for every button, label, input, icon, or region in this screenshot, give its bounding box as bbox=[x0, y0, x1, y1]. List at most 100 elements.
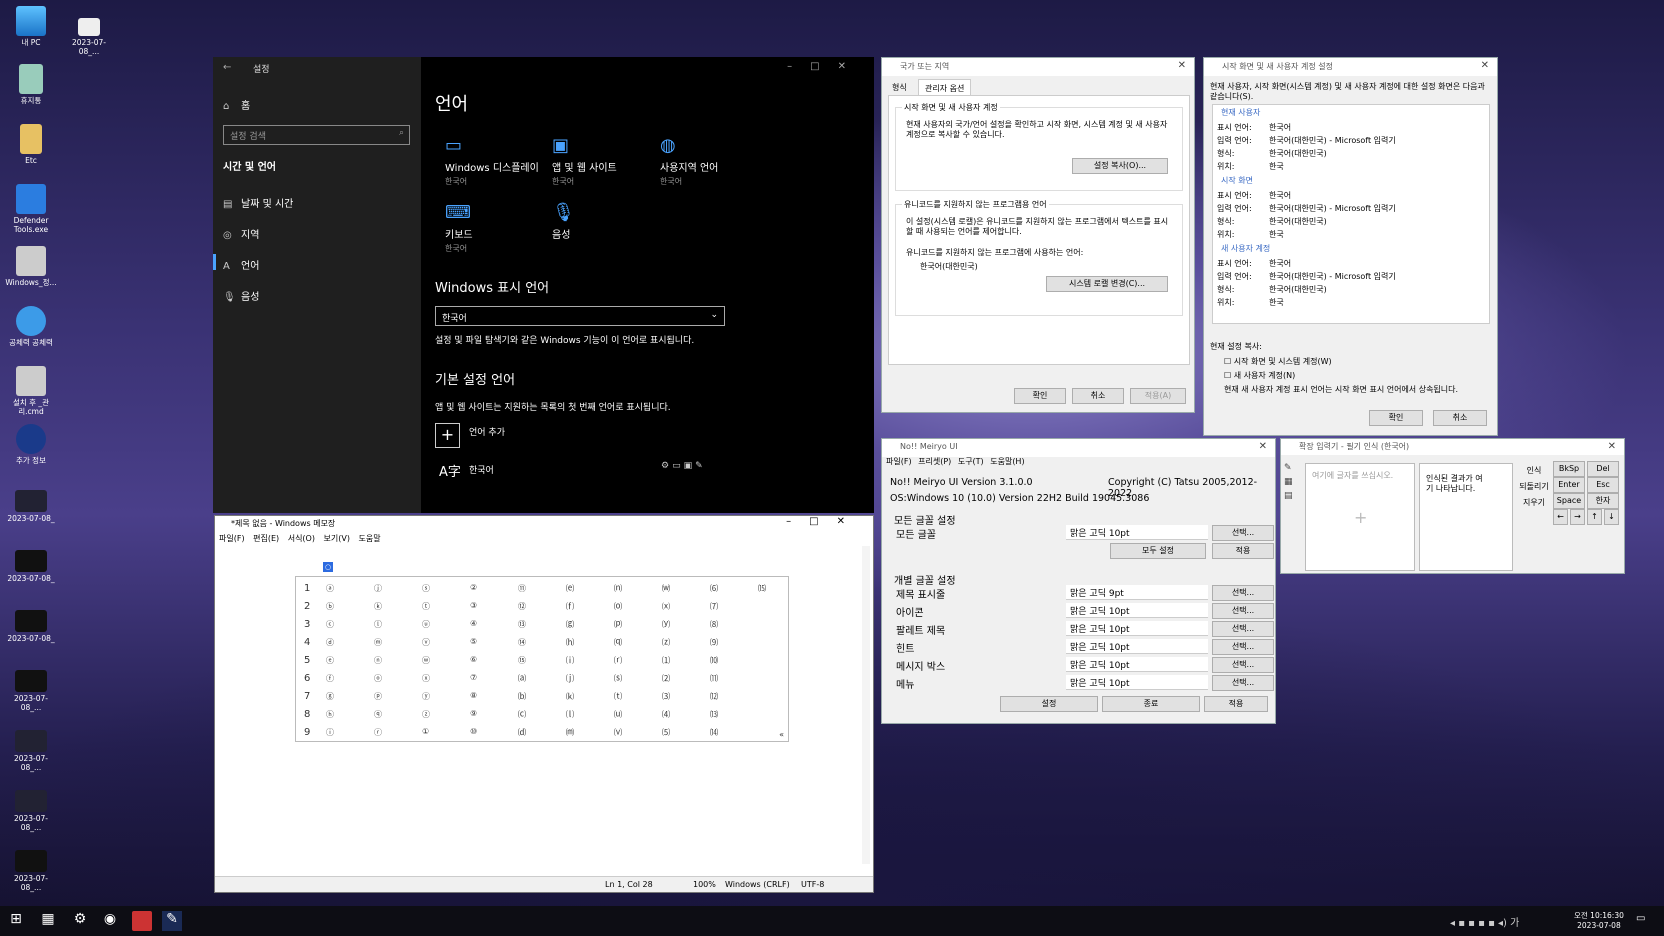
close-icon[interactable]: ✕ bbox=[1178, 60, 1186, 71]
start-button[interactable]: ⊞ bbox=[6, 911, 26, 931]
desktop-icon-cmd[interactable]: 설치 후 _관리.cmd bbox=[4, 366, 58, 416]
grid-cell: ⒪ bbox=[614, 602, 622, 611]
language-item-korean[interactable]: 한국어 bbox=[469, 463, 494, 476]
sidebar-item-date-time[interactable]: ▤ 날짜 및 시간 bbox=[223, 195, 293, 210]
tool-icons[interactable]: ✎ ▦ ▤ bbox=[1284, 461, 1294, 503]
vertical-scrollbar[interactable] bbox=[862, 546, 870, 864]
file-icon bbox=[78, 18, 100, 36]
checkbox-new-user[interactable]: ☐ 새 사용자 계정(N) bbox=[1224, 370, 1295, 381]
close-icon[interactable]: ✕ bbox=[1608, 441, 1616, 452]
tab-format[interactable]: 형식 bbox=[892, 82, 907, 93]
desktop-icon-shot-3[interactable]: 2023-07-08_ bbox=[4, 610, 58, 644]
all-font-select-button[interactable]: 선택... bbox=[1212, 525, 1274, 541]
line-number: 6 bbox=[304, 673, 311, 684]
select-button[interactable]: 선택... bbox=[1212, 657, 1274, 673]
notification-icon[interactable]: ▭ bbox=[1636, 913, 1645, 924]
search-input[interactable]: 설정 검색 ⌕ bbox=[223, 125, 410, 145]
tile-apps-websites[interactable]: ▣ 앱 및 웹 사이트 한국어 bbox=[552, 135, 617, 187]
apply-button[interactable]: 적용(A) bbox=[1130, 388, 1186, 404]
desktop-icon-shot-5[interactable]: 2023-07-08_... bbox=[4, 730, 58, 772]
all-apply-button[interactable]: 적용 bbox=[1212, 543, 1274, 559]
file-explorer-icon[interactable]: ▦ bbox=[38, 911, 58, 931]
grid-cell: ⒂ bbox=[758, 584, 766, 593]
cancel-button[interactable]: 취소 bbox=[1072, 388, 1124, 404]
gear-icon[interactable]: ⚙ bbox=[70, 911, 90, 931]
notepad-statusbar: Ln 1, Col 28 100% Windows (CRLF) UTF-8 bbox=[215, 876, 873, 892]
desktop-icon-recycle-bin[interactable]: 휴지통 bbox=[4, 64, 58, 106]
region-dialog-titlebar: 국가 또는 지역 ✕ bbox=[882, 58, 1194, 76]
select-button[interactable]: 선택... bbox=[1212, 585, 1274, 601]
add-language-label[interactable]: 언어 추가 bbox=[469, 425, 505, 438]
grid-cell: ⓘ bbox=[326, 728, 334, 737]
close-icon[interactable]: ✕ bbox=[1481, 60, 1489, 71]
handwriting-pad[interactable]: 여기에 글자를 쓰십시오. + bbox=[1305, 463, 1415, 571]
set-all-button[interactable]: 모두 설정 bbox=[1110, 543, 1206, 559]
desktop-icon-this-pc[interactable]: 내 PC bbox=[4, 6, 58, 48]
desktop-icon-shot-7[interactable]: 2023-07-08_... bbox=[4, 850, 58, 892]
sidebar-item-region[interactable]: ◎ 지역 bbox=[223, 226, 259, 241]
exit-button[interactable]: 종료 bbox=[1102, 696, 1200, 712]
desktop-icon-shot-2[interactable]: 2023-07-08_ bbox=[4, 550, 58, 584]
desktop-icon-defender[interactable]: Defender Tools.exe bbox=[4, 184, 58, 234]
settings-button[interactable]: 설정 bbox=[1000, 696, 1098, 712]
key-left[interactable]: ← bbox=[1553, 509, 1568, 525]
key-space[interactable]: Space bbox=[1553, 493, 1585, 509]
desktop-icon-ie[interactable]: 공체력 공체력 bbox=[4, 306, 58, 348]
desktop-icon-screenshot[interactable]: 2023-07-08_... bbox=[62, 18, 116, 56]
key-up[interactable]: ↑ bbox=[1587, 509, 1602, 525]
copy-settings-button[interactable]: 설정 복사(O)... bbox=[1072, 158, 1168, 174]
key-right[interactable]: → bbox=[1570, 509, 1585, 525]
tray-icons[interactable]: ◂ ▪ ▪ ▪ ▪ ◂) 가 bbox=[1450, 914, 1519, 929]
cancel-button[interactable]: 취소 bbox=[1433, 410, 1487, 426]
select-button[interactable]: 선택... bbox=[1212, 621, 1274, 637]
ok-button[interactable]: 확인 bbox=[1369, 410, 1423, 426]
gear-icon bbox=[16, 366, 46, 396]
internet-explorer-icon[interactable]: ◉ bbox=[100, 911, 120, 931]
meiryo-app-icon[interactable] bbox=[132, 911, 152, 931]
grid-cell: ⒨ bbox=[566, 728, 574, 737]
select-button[interactable]: 선택... bbox=[1212, 675, 1274, 691]
welcome-settings-dialog: 시작 화면 및 새 사용자 계정 설정 ✕ 현재 사용자, 시작 화면(시스템 계… bbox=[1203, 57, 1498, 436]
tile-regional-format[interactable]: ◍ 사용지역 언어 한국어 bbox=[660, 135, 718, 187]
notepad-editor[interactable]: ○ 1 ⓐ ⓙ ⓢ ② ⑪ ⒠ ⒩ ⒲ ⑹ ⒂ 2 ⓑ ⓚ ⓣ ③ ⑫ ⒡ ⒪ ⒳ ⑺ 3 ⓒ ⓛ ⓤ ④ ⑬ ⒢ ⒫ ⒴ ⑻ 4 ⓓ ⓜ ⓥ ⑤ ⑭ ⒣… bbox=[215, 546, 873, 866]
preferred-language-heading: 기본 설정 언어 bbox=[435, 373, 516, 388]
tile-keyboard[interactable]: ⌨ 키보드 한국어 bbox=[445, 202, 473, 254]
change-locale-button[interactable]: 시스템 로캘 변경(C)... bbox=[1046, 276, 1168, 292]
desktop-icon-shot-1[interactable]: 2023-07-08_ bbox=[4, 490, 58, 524]
recognition-results: 인식된 결과가 여기 나타납니다. bbox=[1419, 463, 1513, 571]
grid-cell: ⓧ bbox=[422, 674, 430, 683]
close-icon[interactable]: ✕ bbox=[1259, 441, 1267, 452]
desktop-icon-info[interactable]: 추가 정보 bbox=[4, 424, 58, 466]
display-language-select[interactable]: 한국어 ⌄ bbox=[435, 306, 725, 326]
select-button[interactable]: 선택... bbox=[1212, 603, 1274, 619]
grid-cell: ⒱ bbox=[614, 728, 622, 737]
key-backspace[interactable]: BkSp bbox=[1553, 461, 1585, 477]
key-enter[interactable]: Enter bbox=[1553, 477, 1585, 493]
line-number: 1 bbox=[304, 583, 311, 594]
key-hanja[interactable]: 한자 bbox=[1587, 493, 1619, 509]
desktop-icon-etc[interactable]: Etc bbox=[4, 124, 58, 166]
desktop-icon-shot-4[interactable]: 2023-07-08_... bbox=[4, 670, 58, 712]
tile-windows-display[interactable]: ▭ Windows 디스플레이 한국어 bbox=[445, 135, 539, 187]
tile-speech[interactable]: 🎙 음성 bbox=[552, 202, 575, 241]
sidebar-item-language[interactable]: A 언어 bbox=[223, 257, 259, 272]
apply-button[interactable]: 적용 bbox=[1204, 696, 1268, 712]
clock[interactable]: 오전 10:16:30 2023-07-08 bbox=[1574, 910, 1624, 930]
add-language-button[interactable]: + bbox=[435, 423, 460, 448]
sidebar-item-home[interactable]: ⌂ 홈 bbox=[223, 97, 250, 112]
sidebar-item-speech[interactable]: 🎙 음성 bbox=[223, 288, 259, 303]
checkbox-welcome-system[interactable]: ☐ 시작 화면 및 시스템 계정(W) bbox=[1224, 356, 1332, 367]
ok-button[interactable]: 확인 bbox=[1014, 388, 1066, 404]
key-down[interactable]: ↓ bbox=[1604, 509, 1619, 525]
side-buttons[interactable]: 인식 되돌리기 지우기 bbox=[1519, 463, 1549, 511]
key-escape[interactable]: Esc bbox=[1587, 477, 1619, 493]
notepad-app-icon[interactable]: ✎ bbox=[162, 911, 182, 931]
select-button[interactable]: 선택... bbox=[1212, 639, 1274, 655]
window-controls[interactable]: –□✕ bbox=[786, 516, 863, 527]
desktop-icon-shot-6[interactable]: 2023-07-08_... bbox=[4, 790, 58, 832]
grid-cell: ⑧ bbox=[470, 691, 478, 700]
desktop-icon-windows-settings[interactable]: Windows_정... bbox=[4, 246, 58, 288]
back-arrow-icon[interactable]: ← bbox=[223, 62, 231, 73]
key-delete[interactable]: Del bbox=[1587, 461, 1619, 477]
window-controls[interactable]: –□✕ bbox=[787, 61, 864, 72]
